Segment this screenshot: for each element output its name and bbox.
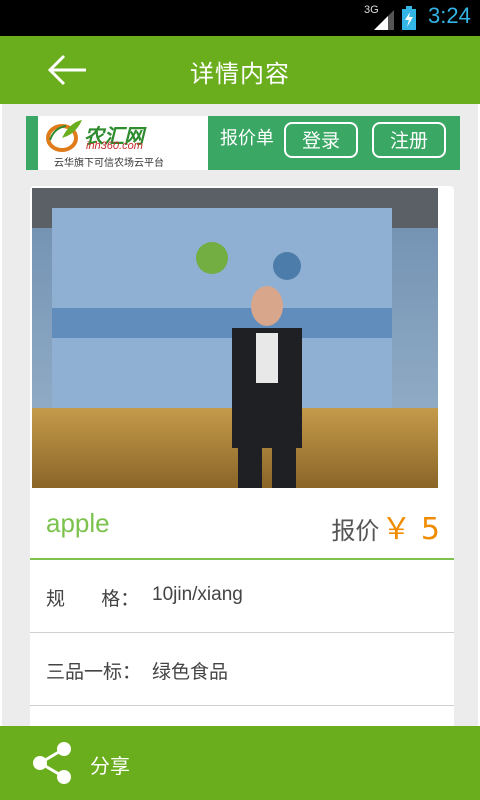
photo-illustration xyxy=(32,188,438,488)
logo-tagline: 云华旗下可信农场云平台 xyxy=(54,158,164,169)
banner-actions: 报价单 登录 注册 xyxy=(208,116,460,170)
content-area[interactable]: 农汇网 inh360.com 云华旗下可信农场云平台 报价单 登录 注册 app… xyxy=(2,104,478,726)
status-time: 3:24 xyxy=(428,3,471,28)
price: 报价￥ 5 xyxy=(331,504,440,548)
page-title: 详情内容 xyxy=(190,60,290,88)
product-name-row: apple 报价￥ 5 xyxy=(30,486,454,558)
banner-accent xyxy=(26,116,38,170)
spec-row-size: 规 格： 10jin/xiang xyxy=(30,560,454,632)
battery-charging-icon xyxy=(402,6,416,30)
share-icon xyxy=(33,742,71,784)
product-photo xyxy=(32,188,438,488)
logo-url: inh360.com xyxy=(86,140,143,152)
share-button[interactable]: 分享 xyxy=(30,738,170,788)
product-card: apple 报价￥ 5 规 格： 10jin/xiang 三品一标： 绿色食品 xyxy=(30,186,454,726)
brand-logo: 农汇网 inh360.com 云华旗下可信农场云平台 xyxy=(44,118,204,169)
leaf-logo-icon xyxy=(46,120,82,152)
quote-sheet-label: 报价单 xyxy=(220,128,274,149)
spec-label: 三品一标： xyxy=(46,661,142,683)
spec-value: 绿色食品 xyxy=(152,662,229,683)
spec-divider xyxy=(30,705,454,706)
spec-row-certification: 三品一标： 绿色食品 xyxy=(30,633,454,705)
spec-label: 规 格： xyxy=(46,588,140,610)
status-bar: 3G 3:24 xyxy=(0,0,480,36)
bottom-bar: 分享 xyxy=(0,726,480,800)
product-name: apple xyxy=(46,508,110,538)
share-label: 分享 xyxy=(90,754,130,778)
spec-value: 10jin/xiang xyxy=(152,584,243,605)
price-value: ￥ 5 xyxy=(381,512,440,547)
login-button[interactable]: 登录 xyxy=(284,122,358,158)
price-label: 报价 xyxy=(331,517,380,545)
ad-banner[interactable]: 农汇网 inh360.com 云华旗下可信农场云平台 报价单 登录 注册 xyxy=(26,116,460,170)
register-button[interactable]: 注册 xyxy=(372,122,446,158)
app-header: 详情内容 xyxy=(0,36,480,104)
signal-icon xyxy=(374,10,394,30)
